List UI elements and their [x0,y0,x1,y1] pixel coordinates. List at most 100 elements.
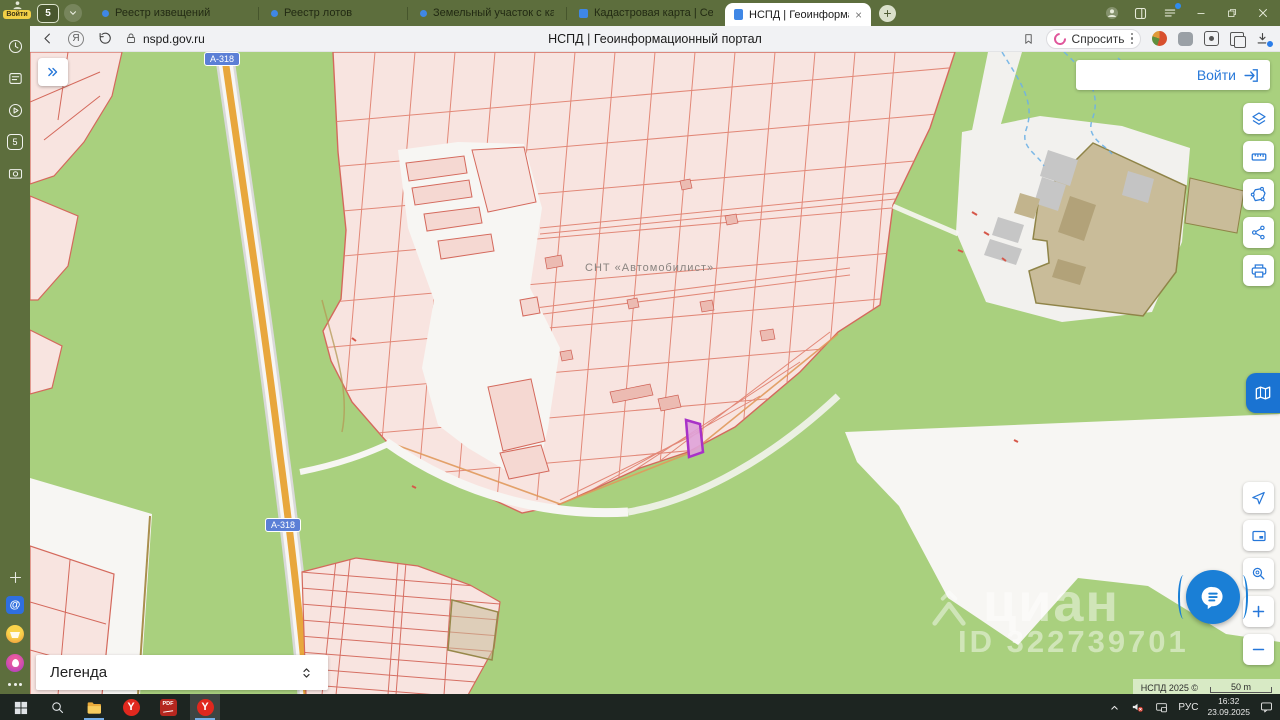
share-icon [1251,225,1265,240]
tab-favicon [579,8,588,18]
close-tab-icon[interactable] [855,11,862,19]
notifications-icon[interactable] [1259,700,1274,714]
login-icon [1244,68,1258,82]
taskbar-search-button[interactable] [42,694,72,720]
video-icon[interactable] [7,102,24,119]
back-icon[interactable] [40,31,55,46]
sidebar-more-icon[interactable] [8,683,22,686]
alice-icon [1051,30,1068,47]
yandex-icon: Y [122,698,140,716]
mail-app-icon[interactable]: @ [6,596,24,614]
tab-reestr-lotov[interactable]: Реестр лотов [259,0,407,26]
search-on-map-button[interactable] [1243,558,1274,589]
url-field[interactable]: nspd.gov.ru [125,32,205,46]
volume-muted-icon[interactable] [1130,700,1145,714]
history-icon[interactable] [7,38,24,55]
overview-map-button[interactable] [1243,520,1274,551]
tab-nspd-active[interactable]: НСПД | Геоинформац [725,3,871,26]
map-area: Войти Легенда СНТ «Автомобилист» А-318 А… [30,52,1280,694]
yandex-browser-active-button[interactable]: Y [190,694,220,720]
windows-icon [14,701,27,714]
pdf-icon: PDF [159,698,177,716]
pdf-app-button[interactable]: PDF [153,694,183,720]
road-shield-south: А-318 [265,518,301,532]
chevrons-right-icon [48,67,58,77]
legend-dropdown[interactable]: Легенда [36,655,328,690]
tab-label: Земельный участок с кад [433,7,554,19]
add-app-icon[interactable] [8,570,23,585]
chevron-down-icon [69,11,77,15]
watermark-id: ID 322739701 [958,624,1189,659]
start-button[interactable] [5,694,35,720]
side-panel-tab[interactable] [1246,373,1280,413]
search-icon [1252,567,1265,580]
yandex-icon: Y [196,698,214,716]
browser-tabbar: Войти 5 Реестр извещений Реестр лотов Зе… [0,0,1280,26]
tab-label: НСПД | Геоинформац [749,8,849,21]
feed-icon[interactable] [7,70,24,87]
downloads-button[interactable] [1255,31,1274,48]
extension-icon-3[interactable] [1204,31,1219,46]
folder-icon [87,701,101,714]
measure-button[interactable] [1243,141,1274,172]
alice-app-icon[interactable] [6,654,24,672]
yandex-browser-button[interactable]: Y [116,694,146,720]
bookmark-icon[interactable] [1022,32,1035,46]
profile-avatar-icon[interactable] [1104,5,1120,21]
browser-menu-button[interactable] [1161,3,1181,22]
restore-icon [1228,9,1236,17]
extension-icon-2[interactable] [1178,31,1193,46]
selected-parcel[interactable] [684,418,705,459]
restore-button[interactable] [1223,4,1241,22]
tab-reestr-izveshcheniy[interactable]: Реестр извещений [90,0,258,26]
ask-label: Спросить [1071,31,1125,46]
tab-counter[interactable]: 5 [37,3,59,23]
map-panel-icon [1255,386,1271,400]
taskbar-clock[interactable]: 16:32 23.09.2025 [1207,696,1250,717]
language-indicator[interactable]: РУС [1178,702,1198,713]
plus-icon [1252,605,1265,618]
tab-zemelny-uchastok[interactable]: Земельный участок с кад [408,0,566,26]
menu-badge [1175,3,1181,9]
system-tray: РУС 16:32 23.09.2025 [1108,696,1280,717]
bookmarks-panel-icon[interactable] [1133,6,1148,21]
layers-button[interactable] [1243,103,1274,134]
expand-panel-button[interactable] [38,58,68,86]
select-area-button[interactable] [1243,179,1274,210]
hidden-icons-chevron[interactable] [1108,701,1121,714]
browser-login-badge[interactable]: Войти [1,0,33,26]
padlock-icon [127,33,135,43]
tabs-dropdown-button[interactable] [64,4,82,22]
yandex-mail-app-icon[interactable] [6,625,24,643]
close-window-button[interactable] [1254,4,1272,22]
print-button[interactable] [1243,255,1274,286]
zoom-out-button[interactable] [1243,634,1274,665]
share-button[interactable] [1243,217,1274,248]
extension-icon-1[interactable] [1152,31,1167,46]
extension-icon-4[interactable] [1230,31,1246,48]
new-tab-button[interactable] [879,4,896,22]
yandex-logo-icon[interactable]: Я [68,30,84,47]
reload-icon[interactable] [97,31,112,46]
tab-kadastrovaya-karta[interactable]: Кадастровая карта | Сер [567,0,725,26]
file-explorer-button[interactable] [79,694,109,720]
cian-house-icon [932,590,966,626]
ask-alice-button[interactable]: Спросить [1045,28,1141,49]
more-icon[interactable] [1130,32,1133,45]
display-cast-icon[interactable] [1154,701,1169,714]
close-icon [1259,9,1267,17]
legend-label: Легенда [50,664,108,681]
legend-toggle-icon [299,665,314,681]
map-login-bar[interactable]: Войти [1076,60,1270,90]
sidebar-tabs-count[interactable]: 5 [7,134,23,150]
url-text: nspd.gov.ru [143,31,205,46]
tab-favicon [420,9,427,17]
minus-icon [1252,648,1265,651]
chat-bubble-icon [1201,586,1223,610]
browser-toolbar: Я nspd.gov.ru НСПД | Геоинформационный п… [30,26,1280,52]
mini-map-icon [1251,530,1266,541]
chat-fab[interactable] [1178,570,1248,624]
screenshot-icon[interactable] [7,165,24,182]
my-location-button[interactable] [1243,482,1274,513]
minimize-button[interactable] [1192,4,1210,22]
